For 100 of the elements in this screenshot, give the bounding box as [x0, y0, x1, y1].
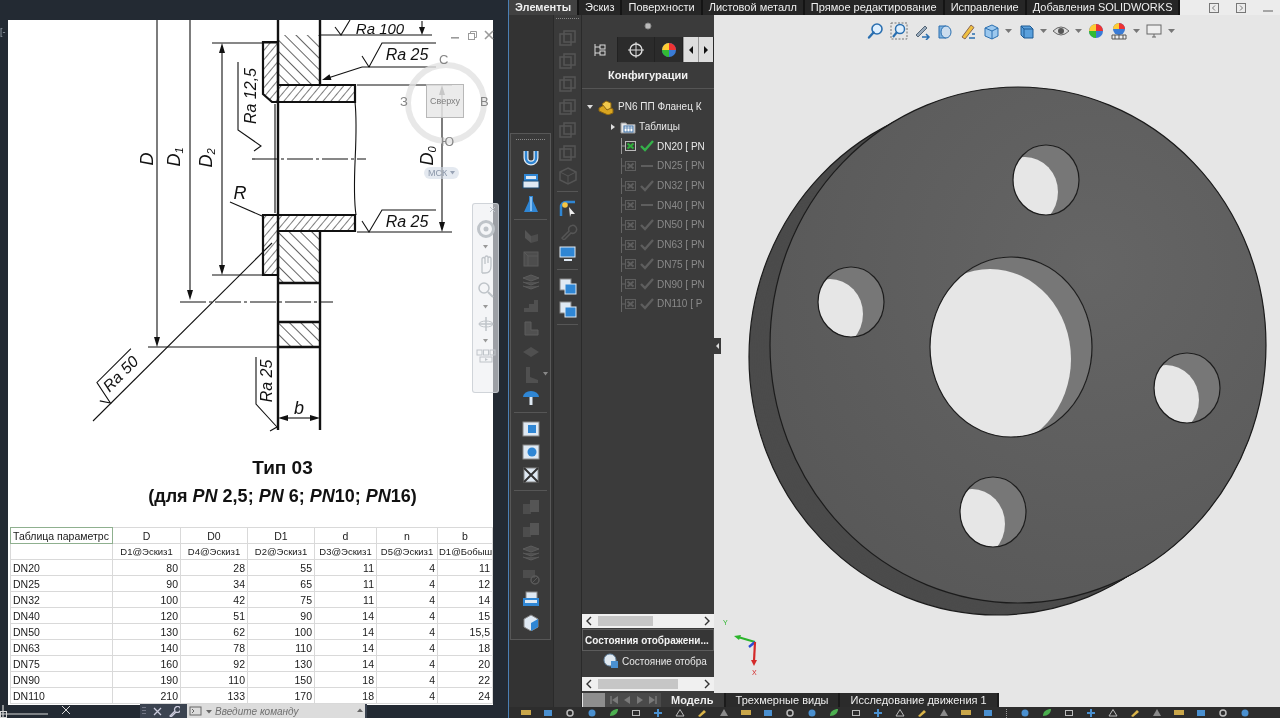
close-icon[interactable] [483, 29, 495, 41]
globe-icon[interactable] [587, 709, 597, 717]
caret-icon[interactable] [483, 305, 488, 309]
shaded-box-icon[interactable] [1017, 22, 1035, 40]
scrollbar-thumb[interactable] [598, 616, 653, 626]
magnifier-icon[interactable] [476, 281, 495, 299]
film-icon[interactable] [475, 349, 496, 363]
triangle-icon[interactable] [1108, 709, 1118, 717]
grip-icon[interactable] [515, 138, 546, 141]
model-tab[interactable]: Модель [661, 693, 726, 707]
tree-item[interactable]: Состояние отобра [582, 651, 714, 671]
orbit-icon[interactable] [476, 315, 495, 333]
ring-icon[interactable] [1218, 709, 1228, 717]
chevron-right-icon[interactable] [703, 679, 711, 689]
half-cylinder-icon[interactable] [936, 22, 954, 40]
box-icon[interactable] [543, 709, 553, 717]
model-tab[interactable]: Трехмерные виды [725, 693, 841, 707]
panel-right-icon[interactable] [1235, 1, 1247, 14]
chevron-left-icon[interactable] [585, 616, 593, 626]
triangle-icon[interactable] [675, 709, 685, 717]
caret-icon[interactable] [483, 245, 488, 249]
magnifier-frame-icon[interactable] [890, 22, 908, 40]
screen-icon[interactable] [557, 244, 578, 263]
ribbon-tab[interactable]: Добавления SOLIDWORKS [1026, 0, 1181, 15]
tree-item[interactable]: Таблицы [582, 116, 714, 137]
caret-left-icon[interactable] [688, 45, 694, 54]
close-icon[interactable] [153, 706, 162, 716]
ball-checker-icon[interactable] [1110, 22, 1128, 40]
overlapping-squares-icon[interactable] [557, 276, 578, 295]
ruler-icon[interactable] [521, 709, 531, 717]
globe-icon[interactable] [1240, 709, 1250, 717]
sheet-stack-icon[interactable] [520, 589, 541, 608]
caret-right-icon[interactable] [609, 122, 617, 131]
tree-icon[interactable] [591, 41, 608, 58]
square-icon[interactable] [631, 709, 641, 717]
leaf-icon[interactable] [1042, 709, 1052, 717]
command-input[interactable]: Введите команду [213, 704, 355, 718]
ribbon-tab[interactable]: Листовой металл [702, 0, 805, 15]
restore-icon[interactable] [466, 29, 478, 41]
skip-start-icon[interactable] [608, 695, 619, 705]
tree-item[interactable]: PN6 ПП Фланец К [582, 97, 714, 117]
prompt-icon[interactable] [187, 704, 205, 718]
compass-label[interactable]: З [400, 95, 408, 109]
isometric-box-icon[interactable] [520, 612, 541, 631]
ruler-icon[interactable] [1174, 709, 1184, 717]
color-ball-icon[interactable] [1087, 22, 1105, 40]
caret-icon[interactable] [1040, 28, 1047, 34]
tree-item[interactable]: DN20 [ PN [582, 136, 714, 157]
caret-icon[interactable] [1133, 28, 1140, 34]
model-tab[interactable]: Исследование движения 1 [840, 693, 999, 707]
box-icon[interactable] [1196, 709, 1206, 717]
ring-icon[interactable] [785, 709, 795, 717]
ribbon-tab[interactable]: Поверхности [622, 0, 703, 15]
box-icon[interactable] [763, 709, 773, 717]
monitor-icon[interactable] [1145, 22, 1163, 40]
caret-icon[interactable] [542, 371, 548, 376]
stacked-box-icon[interactable] [520, 171, 541, 190]
caret-right-icon[interactable] [703, 45, 709, 54]
color-ball-icon[interactable] [660, 41, 677, 58]
caret-icon[interactable] [483, 339, 488, 343]
caret-icon[interactable] [1005, 28, 1012, 34]
chevron-right-icon[interactable] [703, 616, 711, 626]
pencil-icon[interactable] [959, 22, 977, 40]
pencil-icon[interactable] [697, 709, 707, 717]
framed-square-icon[interactable] [520, 419, 541, 438]
scroll-right-button[interactable] [698, 37, 713, 62]
grip-icon[interactable] [1005, 709, 1008, 718]
ring-icon[interactable] [565, 709, 575, 717]
wheel-icon[interactable] [475, 219, 496, 239]
collapse-handle-icon[interactable] [714, 338, 721, 354]
plus-icon[interactable] [873, 709, 883, 717]
globe-icon[interactable] [1020, 709, 1030, 717]
magnifier-icon[interactable] [867, 22, 885, 40]
plus-icon[interactable] [653, 709, 663, 717]
ribbon-tab[interactable]: Элементы [509, 0, 580, 15]
grid-tile-icon[interactable] [520, 465, 541, 484]
grip-icon[interactable] [555, 17, 580, 20]
leaf-icon[interactable] [609, 709, 619, 717]
caret-up-icon[interactable] [355, 704, 365, 718]
viewcube-face[interactable]: Сверху [426, 84, 464, 118]
ruler-icon[interactable] [961, 709, 971, 717]
wrench-icon[interactable] [169, 705, 180, 717]
caret-icon[interactable] [205, 704, 213, 718]
pencil-icon[interactable] [1130, 709, 1140, 717]
scrollbar-thumb[interactable] [583, 693, 605, 707]
crosshair-icon[interactable] [627, 40, 645, 59]
triangle-icon[interactable] [895, 709, 905, 717]
caret-icon[interactable] [1168, 28, 1175, 34]
caret-icon[interactable] [1075, 28, 1082, 34]
section-header[interactable]: Состояния отображени... [582, 629, 714, 651]
compass-label[interactable]: С [439, 53, 449, 67]
cone-icon[interactable] [719, 709, 729, 717]
cone-icon[interactable] [939, 709, 949, 717]
ruler-icon[interactable] [741, 709, 751, 717]
horizontal-scrollbar[interactable] [582, 677, 714, 691]
knob-icon[interactable] [644, 22, 652, 30]
scrollbar-thumb[interactable] [598, 679, 678, 689]
square-icon[interactable] [851, 709, 861, 717]
overlapping-squares-icon[interactable] [557, 299, 578, 318]
panel-left-icon[interactable] [1208, 1, 1220, 14]
